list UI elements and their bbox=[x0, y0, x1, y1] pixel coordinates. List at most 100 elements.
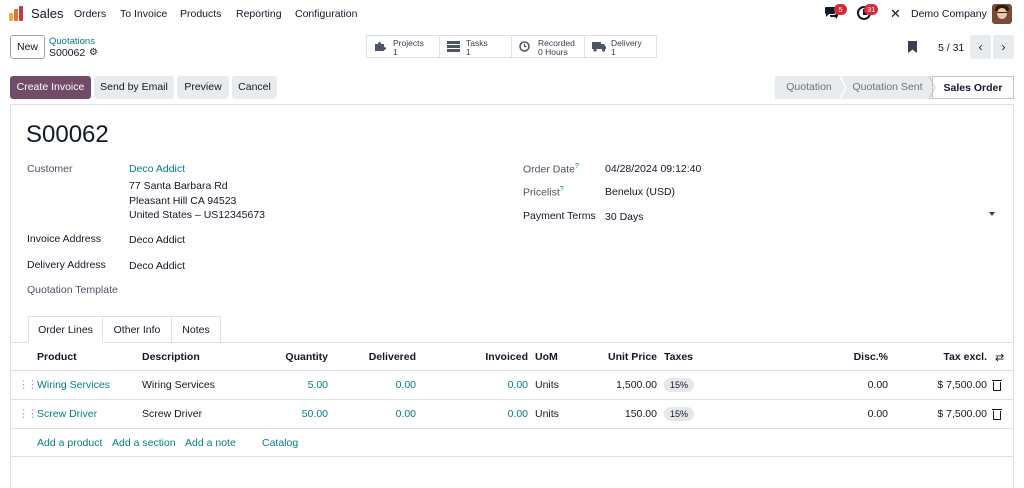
column-uom[interactable]: UoM bbox=[535, 351, 558, 363]
truck-icon bbox=[592, 42, 606, 52]
row-1-product[interactable]: Wiring Services bbox=[37, 379, 110, 391]
column-unit-price[interactable]: Unit Price bbox=[587, 351, 657, 363]
preview-button[interactable]: Preview bbox=[177, 76, 229, 99]
tab-other-info[interactable]: Other Info bbox=[103, 316, 172, 343]
catalog-link[interactable]: Catalog bbox=[262, 437, 298, 449]
recorded-hours-smart-button[interactable]: Recorded 0 Hours bbox=[512, 36, 585, 57]
tab-order-lines[interactable]: Order Lines bbox=[28, 316, 103, 343]
cancel-button[interactable]: Cancel bbox=[232, 76, 277, 99]
pager-value[interactable]: 5 / 31 bbox=[938, 42, 964, 54]
order-date-label: Order Date? bbox=[523, 163, 579, 176]
row-1-description[interactable]: Wiring Services bbox=[142, 379, 215, 391]
column-taxes[interactable]: Taxes bbox=[664, 351, 693, 363]
row-2-quantity[interactable]: 50.00 bbox=[258, 408, 328, 420]
row-1-tax-tag[interactable]: 15% bbox=[664, 378, 695, 392]
payment-terms-field[interactable]: 30 Days bbox=[605, 211, 644, 223]
add-product-link[interactable]: Add a product bbox=[37, 437, 102, 449]
projects-smart-button[interactable]: Projects 1 bbox=[367, 36, 440, 57]
invoice-address-label: Invoice Address bbox=[27, 233, 102, 245]
row-1-uom[interactable]: Units bbox=[535, 379, 559, 391]
create-invoice-button[interactable]: Create Invoice bbox=[10, 76, 91, 99]
chevron-down-icon[interactable] bbox=[989, 212, 995, 216]
customer-address-line-3: United States – US12345673 bbox=[129, 209, 266, 221]
trash-icon[interactable] bbox=[992, 380, 1002, 391]
tab-notes[interactable]: Notes bbox=[172, 316, 221, 343]
app-name[interactable]: Sales bbox=[31, 6, 64, 21]
clock-icon bbox=[519, 41, 530, 52]
customer-label: Customer bbox=[27, 163, 73, 175]
trash-icon[interactable] bbox=[992, 409, 1002, 420]
row-2-subtotal: $ 7,500.00 bbox=[937, 408, 987, 420]
status-quotation-sent[interactable]: Quotation Sent bbox=[843, 76, 932, 99]
breadcrumb-quotations[interactable]: Quotations bbox=[49, 36, 95, 47]
breadcrumb-current: S00062 bbox=[49, 47, 86, 59]
delivery-address-label: Delivery Address bbox=[27, 259, 106, 271]
row-2-uom[interactable]: Units bbox=[535, 408, 559, 420]
menu-products[interactable]: Products bbox=[180, 8, 221, 20]
tasks-icon bbox=[447, 41, 460, 52]
help-icon[interactable]: ? bbox=[560, 186, 564, 193]
row-1-delivered[interactable]: 0.00 bbox=[346, 379, 416, 391]
table-row-divider bbox=[11, 399, 1013, 400]
row-2-unit-price[interactable]: 150.00 bbox=[587, 408, 657, 420]
status-separator bbox=[839, 76, 847, 99]
column-description[interactable]: Description bbox=[142, 351, 200, 363]
company-switcher[interactable]: Demo Company bbox=[911, 8, 987, 20]
activity-badge: 31 bbox=[864, 4, 879, 15]
row-1-discount[interactable]: 0.00 bbox=[818, 379, 888, 391]
send-by-email-button[interactable]: Send by Email bbox=[94, 76, 174, 99]
row-1-quantity[interactable]: 5.00 bbox=[258, 379, 328, 391]
pricelist-field[interactable]: Benelux (USD) bbox=[605, 186, 675, 198]
help-icon[interactable]: ? bbox=[575, 163, 579, 170]
bookmark-icon[interactable] bbox=[908, 41, 917, 53]
row-2-description[interactable]: Screw Driver bbox=[142, 408, 202, 420]
row-1-invoiced[interactable]: 0.00 bbox=[458, 379, 528, 391]
row-1-unit-price[interactable]: 1,500.00 bbox=[587, 379, 657, 391]
chat-badge: 5 bbox=[834, 4, 847, 15]
debug-tools-icon[interactable]: ✕ bbox=[890, 6, 901, 22]
row-2-discount[interactable]: 0.00 bbox=[818, 408, 888, 420]
row-2-product[interactable]: Screw Driver bbox=[37, 408, 97, 420]
optional-columns-icon[interactable]: ⇄ bbox=[995, 351, 1004, 364]
payment-terms-label: Payment Terms bbox=[523, 210, 596, 222]
column-tax-excluded[interactable]: Tax excl. bbox=[907, 351, 987, 363]
delivery-smart-button[interactable]: Delivery 1 bbox=[585, 36, 656, 57]
user-avatar[interactable] bbox=[992, 4, 1012, 24]
column-product[interactable]: Product bbox=[37, 351, 77, 363]
new-button[interactable]: New bbox=[10, 35, 45, 59]
sales-app-icon[interactable] bbox=[9, 6, 25, 21]
menu-orders[interactable]: Orders bbox=[74, 8, 106, 20]
tasks-smart-button[interactable]: Tasks 1 bbox=[440, 36, 512, 57]
customer-field[interactable]: Deco Addict bbox=[129, 163, 185, 175]
delivery-address-field[interactable]: Deco Addict bbox=[129, 260, 185, 272]
add-section-link[interactable]: Add a section bbox=[112, 437, 176, 449]
column-invoiced[interactable]: Invoiced bbox=[458, 351, 528, 363]
row-2-tax-tag[interactable]: 15% bbox=[664, 407, 695, 421]
top-navbar: Sales Orders To Invoice Products Reporti… bbox=[0, 0, 1024, 28]
status-quotation[interactable]: Quotation bbox=[775, 76, 843, 99]
menu-to-invoice[interactable]: To Invoice bbox=[120, 8, 167, 20]
invoice-address-field[interactable]: Deco Addict bbox=[129, 234, 185, 246]
gear-icon[interactable]: ⚙ bbox=[89, 47, 98, 58]
column-delivered[interactable]: Delivered bbox=[346, 351, 416, 363]
status-bar: Quotation Quotation Sent Sales Order bbox=[775, 76, 1014, 99]
add-note-link[interactable]: Add a note bbox=[185, 437, 236, 449]
row-2-invoiced[interactable]: 0.00 bbox=[458, 408, 528, 420]
quotation-template-field[interactable] bbox=[129, 282, 469, 298]
row-2-delivered[interactable]: 0.00 bbox=[346, 408, 416, 420]
row-1-subtotal: $ 7,500.00 bbox=[937, 379, 987, 391]
column-discount[interactable]: Disc.% bbox=[818, 351, 888, 363]
customer-address-line-2: Pleasant Hill CA 94523 bbox=[129, 195, 237, 207]
pager-next-button[interactable]: › bbox=[993, 35, 1014, 59]
drag-handle-icon[interactable]: ⋮⋮ bbox=[18, 407, 38, 420]
menu-reporting[interactable]: Reporting bbox=[236, 8, 282, 20]
smart-buttons: Projects 1 Tasks 1 Recorded 0 Hours Deli… bbox=[366, 35, 657, 58]
pager-previous-button[interactable]: ‹ bbox=[970, 35, 991, 59]
order-date-field[interactable]: 04/28/2024 09:12:40 bbox=[605, 163, 701, 175]
quotation-template-label: Quotation Template bbox=[27, 284, 118, 296]
status-sales-order[interactable]: Sales Order bbox=[932, 76, 1014, 99]
menu-configuration[interactable]: Configuration bbox=[295, 8, 357, 20]
drag-handle-icon[interactable]: ⋮⋮ bbox=[18, 378, 38, 391]
record-name: S00062 bbox=[26, 121, 109, 148]
column-quantity[interactable]: Quantity bbox=[258, 351, 328, 363]
